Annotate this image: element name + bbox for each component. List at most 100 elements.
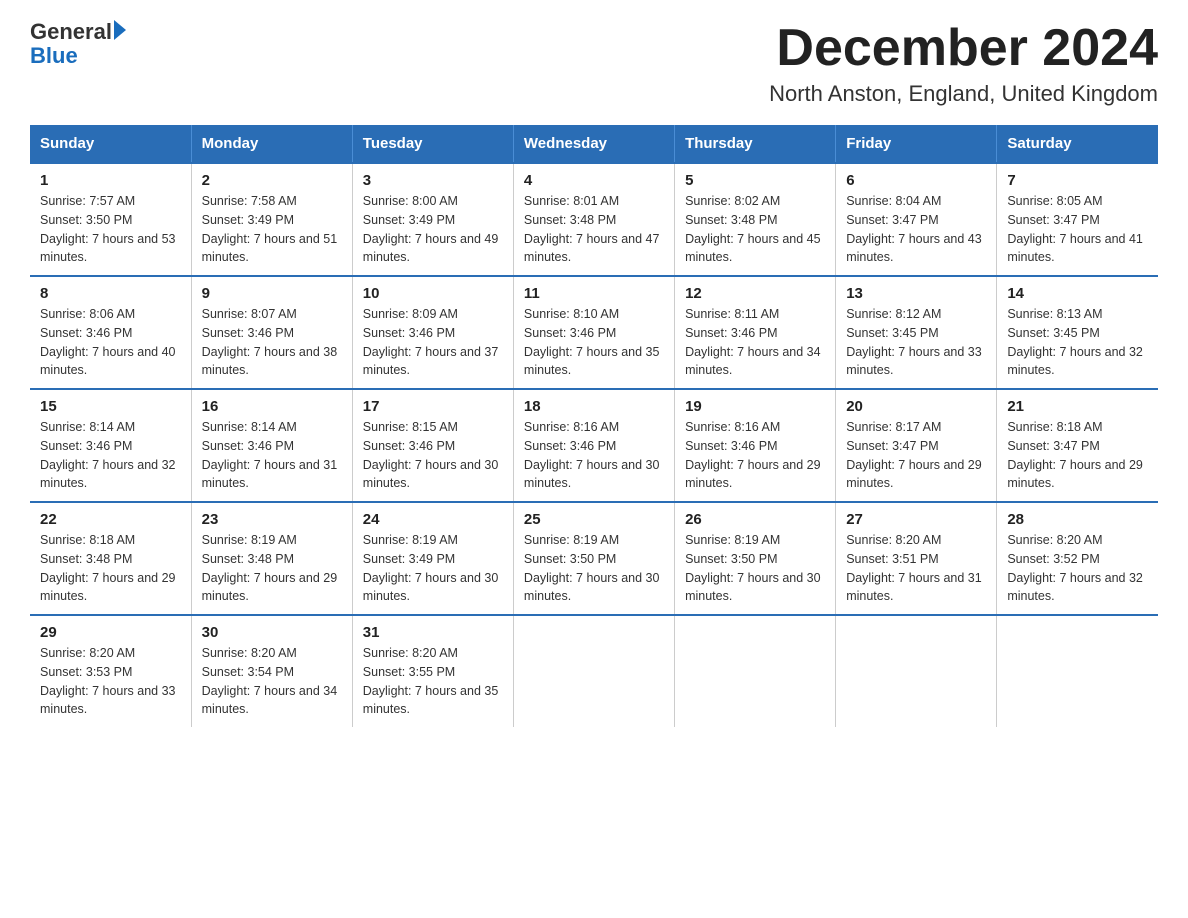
calendar-cell: 8 Sunrise: 8:06 AMSunset: 3:46 PMDayligh…: [30, 276, 191, 389]
logo: General Blue: [30, 20, 126, 68]
calendar-cell: 29 Sunrise: 8:20 AMSunset: 3:53 PMDaylig…: [30, 615, 191, 727]
calendar-cell: 30 Sunrise: 8:20 AMSunset: 3:54 PMDaylig…: [191, 615, 352, 727]
day-number: 4: [524, 172, 664, 189]
calendar-cell: 7 Sunrise: 8:05 AMSunset: 3:47 PMDayligh…: [997, 163, 1158, 276]
day-number: 28: [1007, 511, 1148, 528]
day-info: Sunrise: 8:19 AMSunset: 3:49 PMDaylight:…: [363, 531, 503, 606]
calendar-cell: 18 Sunrise: 8:16 AMSunset: 3:46 PMDaylig…: [513, 389, 674, 502]
calendar-cell: 4 Sunrise: 8:01 AMSunset: 3:48 PMDayligh…: [513, 163, 674, 276]
calendar-cell: 23 Sunrise: 8:19 AMSunset: 3:48 PMDaylig…: [191, 502, 352, 615]
header-monday: Monday: [191, 125, 352, 163]
day-info: Sunrise: 8:11 AMSunset: 3:46 PMDaylight:…: [685, 305, 825, 380]
calendar-cell: 6 Sunrise: 8:04 AMSunset: 3:47 PMDayligh…: [836, 163, 997, 276]
day-number: 12: [685, 285, 825, 302]
calendar-cell: [675, 615, 836, 727]
day-info: Sunrise: 8:20 AMSunset: 3:52 PMDaylight:…: [1007, 531, 1148, 606]
calendar-week-row: 8 Sunrise: 8:06 AMSunset: 3:46 PMDayligh…: [30, 276, 1158, 389]
logo-text-general: General: [30, 20, 112, 44]
day-info: Sunrise: 8:04 AMSunset: 3:47 PMDaylight:…: [846, 192, 986, 267]
calendar-week-row: 15 Sunrise: 8:14 AMSunset: 3:46 PMDaylig…: [30, 389, 1158, 502]
header-sunday: Sunday: [30, 125, 191, 163]
calendar-cell: 15 Sunrise: 8:14 AMSunset: 3:46 PMDaylig…: [30, 389, 191, 502]
page-subtitle: North Anston, England, United Kingdom: [769, 81, 1158, 107]
day-number: 21: [1007, 398, 1148, 415]
calendar-cell: 24 Sunrise: 8:19 AMSunset: 3:49 PMDaylig…: [352, 502, 513, 615]
title-block: December 2024 North Anston, England, Uni…: [769, 20, 1158, 107]
day-number: 23: [202, 511, 342, 528]
day-info: Sunrise: 8:09 AMSunset: 3:46 PMDaylight:…: [363, 305, 503, 380]
day-number: 9: [202, 285, 342, 302]
day-info: Sunrise: 8:20 AMSunset: 3:53 PMDaylight:…: [40, 644, 181, 719]
logo-text-blue: Blue: [30, 44, 126, 68]
day-info: Sunrise: 8:17 AMSunset: 3:47 PMDaylight:…: [846, 418, 986, 493]
calendar-cell: 26 Sunrise: 8:19 AMSunset: 3:50 PMDaylig…: [675, 502, 836, 615]
day-number: 22: [40, 511, 181, 528]
day-info: Sunrise: 8:19 AMSunset: 3:48 PMDaylight:…: [202, 531, 342, 606]
calendar-cell: 17 Sunrise: 8:15 AMSunset: 3:46 PMDaylig…: [352, 389, 513, 502]
day-number: 6: [846, 172, 986, 189]
day-number: 25: [524, 511, 664, 528]
calendar-cell: 22 Sunrise: 8:18 AMSunset: 3:48 PMDaylig…: [30, 502, 191, 615]
calendar-cell: 25 Sunrise: 8:19 AMSunset: 3:50 PMDaylig…: [513, 502, 674, 615]
calendar-cell: 14 Sunrise: 8:13 AMSunset: 3:45 PMDaylig…: [997, 276, 1158, 389]
calendar-cell: 13 Sunrise: 8:12 AMSunset: 3:45 PMDaylig…: [836, 276, 997, 389]
day-info: Sunrise: 8:19 AMSunset: 3:50 PMDaylight:…: [524, 531, 664, 606]
logo-block: General Blue: [30, 20, 126, 68]
calendar-cell: 5 Sunrise: 8:02 AMSunset: 3:48 PMDayligh…: [675, 163, 836, 276]
calendar-cell: 3 Sunrise: 8:00 AMSunset: 3:49 PMDayligh…: [352, 163, 513, 276]
day-number: 13: [846, 285, 986, 302]
calendar-cell: 19 Sunrise: 8:16 AMSunset: 3:46 PMDaylig…: [675, 389, 836, 502]
day-info: Sunrise: 8:01 AMSunset: 3:48 PMDaylight:…: [524, 192, 664, 267]
calendar-cell: 20 Sunrise: 8:17 AMSunset: 3:47 PMDaylig…: [836, 389, 997, 502]
header-thursday: Thursday: [675, 125, 836, 163]
calendar-cell: 11 Sunrise: 8:10 AMSunset: 3:46 PMDaylig…: [513, 276, 674, 389]
day-number: 11: [524, 285, 664, 302]
day-number: 30: [202, 624, 342, 641]
day-info: Sunrise: 8:15 AMSunset: 3:46 PMDaylight:…: [363, 418, 503, 493]
calendar-week-row: 1 Sunrise: 7:57 AMSunset: 3:50 PMDayligh…: [30, 163, 1158, 276]
calendar-cell: 21 Sunrise: 8:18 AMSunset: 3:47 PMDaylig…: [997, 389, 1158, 502]
calendar-cell: [836, 615, 997, 727]
day-info: Sunrise: 8:02 AMSunset: 3:48 PMDaylight:…: [685, 192, 825, 267]
day-info: Sunrise: 8:12 AMSunset: 3:45 PMDaylight:…: [846, 305, 986, 380]
calendar-header-row: SundayMondayTuesdayWednesdayThursdayFrid…: [30, 125, 1158, 163]
day-info: Sunrise: 8:20 AMSunset: 3:54 PMDaylight:…: [202, 644, 342, 719]
day-info: Sunrise: 7:57 AMSunset: 3:50 PMDaylight:…: [40, 192, 181, 267]
day-number: 31: [363, 624, 503, 641]
day-info: Sunrise: 8:14 AMSunset: 3:46 PMDaylight:…: [40, 418, 181, 493]
day-number: 10: [363, 285, 503, 302]
day-number: 5: [685, 172, 825, 189]
day-info: Sunrise: 7:58 AMSunset: 3:49 PMDaylight:…: [202, 192, 342, 267]
day-info: Sunrise: 8:16 AMSunset: 3:46 PMDaylight:…: [685, 418, 825, 493]
day-info: Sunrise: 8:06 AMSunset: 3:46 PMDaylight:…: [40, 305, 181, 380]
day-info: Sunrise: 8:00 AMSunset: 3:49 PMDaylight:…: [363, 192, 503, 267]
day-number: 14: [1007, 285, 1148, 302]
header-saturday: Saturday: [997, 125, 1158, 163]
calendar-cell: [997, 615, 1158, 727]
day-info: Sunrise: 8:20 AMSunset: 3:51 PMDaylight:…: [846, 531, 986, 606]
day-number: 7: [1007, 172, 1148, 189]
calendar-cell: [513, 615, 674, 727]
header-friday: Friday: [836, 125, 997, 163]
day-number: 19: [685, 398, 825, 415]
day-number: 29: [40, 624, 181, 641]
day-info: Sunrise: 8:07 AMSunset: 3:46 PMDaylight:…: [202, 305, 342, 380]
day-info: Sunrise: 8:16 AMSunset: 3:46 PMDaylight:…: [524, 418, 664, 493]
header-tuesday: Tuesday: [352, 125, 513, 163]
day-info: Sunrise: 8:20 AMSunset: 3:55 PMDaylight:…: [363, 644, 503, 719]
day-number: 8: [40, 285, 181, 302]
calendar-cell: 1 Sunrise: 7:57 AMSunset: 3:50 PMDayligh…: [30, 163, 191, 276]
day-number: 24: [363, 511, 503, 528]
calendar-cell: 9 Sunrise: 8:07 AMSunset: 3:46 PMDayligh…: [191, 276, 352, 389]
day-info: Sunrise: 8:19 AMSunset: 3:50 PMDaylight:…: [685, 531, 825, 606]
day-info: Sunrise: 8:18 AMSunset: 3:47 PMDaylight:…: [1007, 418, 1148, 493]
logo-triangle-icon: [114, 20, 126, 40]
calendar-cell: 12 Sunrise: 8:11 AMSunset: 3:46 PMDaylig…: [675, 276, 836, 389]
calendar-table: SundayMondayTuesdayWednesdayThursdayFrid…: [30, 125, 1158, 727]
calendar-cell: 28 Sunrise: 8:20 AMSunset: 3:52 PMDaylig…: [997, 502, 1158, 615]
calendar-cell: 2 Sunrise: 7:58 AMSunset: 3:49 PMDayligh…: [191, 163, 352, 276]
calendar-week-row: 29 Sunrise: 8:20 AMSunset: 3:53 PMDaylig…: [30, 615, 1158, 727]
day-number: 15: [40, 398, 181, 415]
day-number: 27: [846, 511, 986, 528]
day-number: 20: [846, 398, 986, 415]
